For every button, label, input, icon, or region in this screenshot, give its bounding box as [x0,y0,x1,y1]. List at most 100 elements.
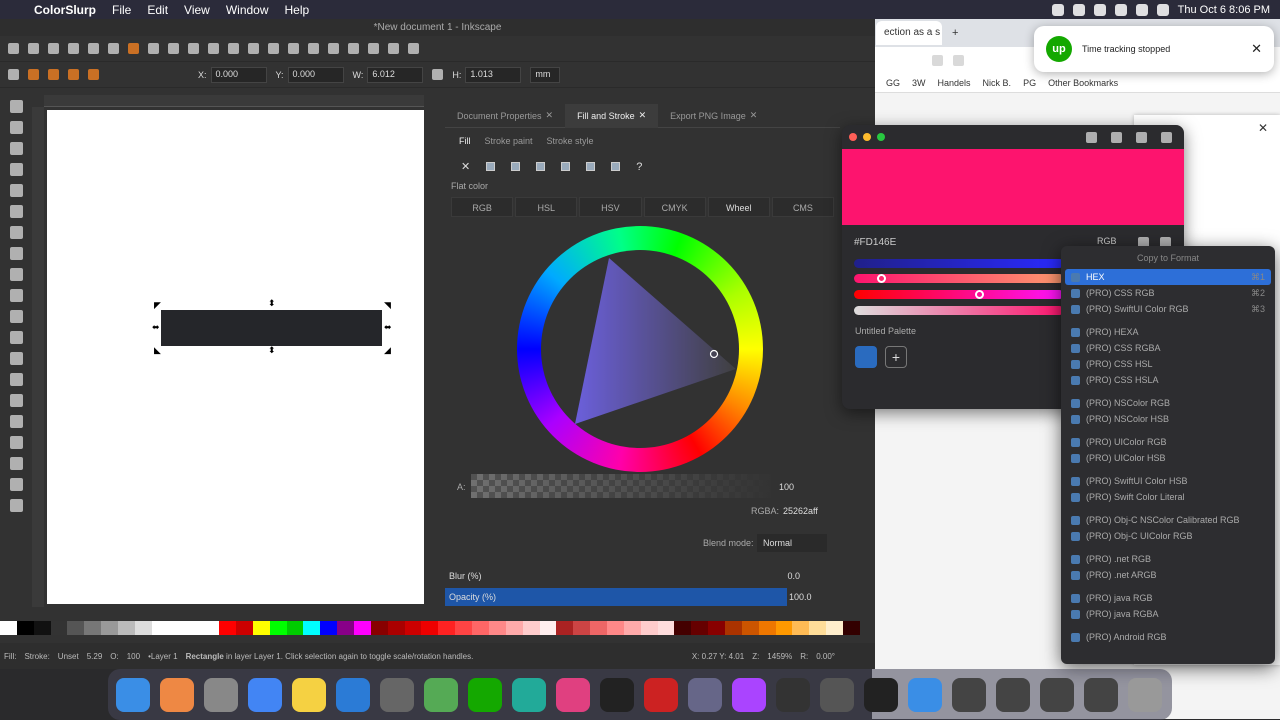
scale-handle[interactable]: ◤ [154,301,161,310]
connector-tool-icon[interactable] [9,478,23,491]
menu-item-pro-css-rgba[interactable]: (PRO) CSS RGBA [1065,340,1271,356]
palette-color[interactable] [219,621,237,635]
w-input[interactable]: 6.012 [367,66,424,83]
palette-color[interactable] [269,621,287,635]
dock-app-screen[interactable] [864,677,898,712]
palette-color[interactable] [573,621,591,635]
share-icon[interactable] [932,54,943,66]
dock-app-window[interactable] [996,677,1030,712]
stroke-width[interactable]: 5.29 [87,652,103,661]
bookmark[interactable]: GG [886,78,900,88]
palette-color[interactable] [741,621,759,635]
text-tool-icon[interactable] [9,310,23,323]
linear-gradient-icon[interactable] [511,162,521,171]
menu-item-pro-nscolor-rgb[interactable]: (PRO) NSColor RGB [1065,395,1271,411]
dock-app-launchpad[interactable] [160,677,194,712]
star-icon[interactable] [953,54,964,66]
pencil-tool-icon[interactable] [9,268,23,281]
dock-app-inkscape[interactable] [776,677,810,712]
tweak-tool-icon[interactable] [9,415,23,428]
radial-gradient-icon[interactable] [536,162,546,171]
palette-color[interactable] [724,621,742,635]
bookmark[interactable]: Nick B. [983,78,1012,88]
menu-edit[interactable]: Edit [139,3,176,17]
palette-color[interactable] [488,621,506,635]
palette-color[interactable] [674,621,692,635]
scale-handle[interactable]: ◥ [384,301,391,310]
palette-color[interactable] [421,621,439,635]
palette-color[interactable] [606,621,624,635]
format-select[interactable]: RGB [1097,236,1117,246]
ruler-vertical[interactable] [32,107,44,607]
palette-color[interactable] [640,621,658,635]
zoom-window-icon[interactable] [877,133,885,141]
palette-color[interactable] [337,621,355,635]
blend-mode-select[interactable]: Normal [757,534,827,552]
spiral-tool-icon[interactable] [9,226,23,239]
app-menu[interactable]: ColorSlurp [0,3,104,17]
mode-hsl[interactable]: HSL [515,197,578,217]
menu-item-pro-css-hsla[interactable]: (PRO) CSS HSLA [1065,372,1271,388]
preferences-icon[interactable] [408,43,419,54]
tab-document-properties[interactable]: Document Properties ✕ [445,110,565,121]
blur-value[interactable]: 0.0 [787,571,840,581]
dock-app-window[interactable] [1040,677,1074,712]
measure-tool-icon[interactable] [9,499,23,512]
zoom-value[interactable]: 1459% [767,652,792,661]
mesh-tool-icon[interactable] [9,352,23,365]
close-icon[interactable]: ✕ [546,110,554,121]
browser-tab[interactable]: ection as a s [876,21,942,45]
palette-color[interactable] [826,621,843,635]
palette-color[interactable] [842,621,860,635]
menu-view[interactable]: View [176,3,218,17]
node-editor-icon[interactable] [328,43,339,54]
selector-tool-icon[interactable] [9,100,23,113]
palette-color[interactable] [118,621,135,635]
library-icon[interactable] [1161,131,1172,143]
palette-color[interactable] [151,621,169,635]
palette-color[interactable] [33,621,51,635]
palette-swatch[interactable] [855,346,877,368]
add-color-button[interactable]: + [885,346,907,368]
scale-handle[interactable]: ◢ [384,346,391,355]
dock-app-app[interactable] [820,677,854,712]
scale-handle[interactable]: ⬍ [268,299,276,308]
tab-stroke-paint[interactable]: Stroke paint [485,136,533,146]
dock-app-window[interactable] [1084,677,1118,712]
tray-icon[interactable] [1072,3,1085,16]
alpha-slider-cs[interactable] [854,306,1064,315]
align-icon[interactable] [388,43,399,54]
palette-color[interactable] [505,621,523,635]
palette-color[interactable] [708,621,725,635]
dock-app-shortcuts[interactable] [424,677,458,712]
slider-knob[interactable] [975,290,984,299]
canvas-page[interactable] [47,110,424,604]
slider-knob[interactable] [877,274,886,283]
hue-slider[interactable] [854,259,1064,268]
dropper-tool-icon[interactable] [9,373,23,386]
menu-item-pro-swiftui-color-hsb[interactable]: (PRO) SwiftUI Color HSB [1065,473,1271,489]
scale-handle[interactable]: ⬍ [268,346,276,355]
palette-color[interactable] [404,621,422,635]
mesh-gradient-icon[interactable] [561,162,571,171]
palette-color[interactable] [792,621,810,635]
menu-item-pro-css-rgb[interactable]: (PRO) CSS RGB ⌘2 [1065,285,1271,301]
palette-color[interactable] [16,621,34,635]
gradient-tool-icon[interactable] [9,331,23,344]
dock-app-filezilla[interactable] [644,677,678,712]
contrast-icon[interactable] [1136,131,1147,143]
dock-app-chrome[interactable] [248,677,282,712]
menu-item-pro-uicolor-rgb[interactable]: (PRO) UIColor RGB [1065,434,1271,450]
dock-app-slack[interactable] [556,677,590,712]
menu-item-pro-css-hsl[interactable]: (PRO) CSS HSL [1065,356,1271,372]
dock-app-preview[interactable] [688,677,722,712]
bookmark[interactable]: Other Bookmarks [1048,78,1118,88]
palette-color[interactable] [556,621,574,635]
notification[interactable]: up Time tracking stopped ✕ [1034,26,1274,72]
pattern-icon[interactable] [586,162,596,171]
close-window-icon[interactable] [849,133,857,141]
new-icon[interactable] [8,43,19,54]
dock-app-mail[interactable] [512,677,546,712]
palette-color[interactable] [303,621,321,635]
no-paint-icon[interactable]: ✕ [461,160,470,173]
